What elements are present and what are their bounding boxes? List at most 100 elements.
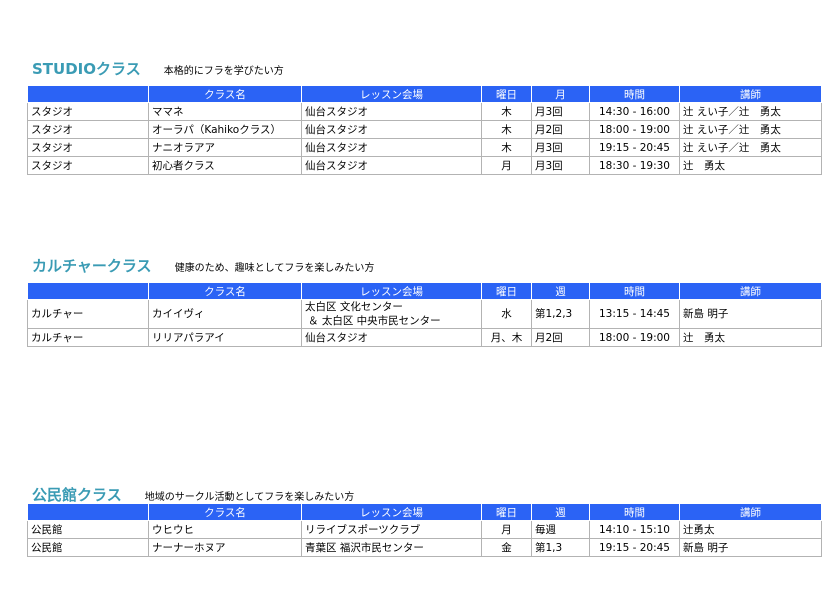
weekday-cell: 水 (481, 299, 532, 329)
culture-class-table: クラス名 レッスン会場 曜日 週 時間 講師 カルチャー カイイヴィ 太白区 文… (27, 282, 822, 347)
culture-section-title: カルチャークラス (32, 257, 152, 275)
venue-line: 太白区 文化センター (305, 301, 403, 313)
time-cell: 19:15 - 20:45 (589, 138, 680, 157)
class-name-cell: ウヒウヒ (148, 520, 302, 539)
column-header: クラス名 (148, 85, 302, 103)
column-header: レッスン会場 (301, 85, 482, 103)
column-header: レッスン会場 (301, 503, 482, 521)
table-row: スタジオ 初心者クラス 仙台スタジオ 月 月3回 18:30 - 19:30 辻… (27, 156, 822, 175)
table-row: スタジオ オーラパ（Kahikoクラス） 仙台スタジオ 木 月2回 18:00 … (27, 120, 822, 139)
class-name-cell: 初心者クラス (148, 156, 302, 175)
table-row: 公民館 ナーナーホヌア 青葉区 福沢市民センター 金 第1,3 19:15 - … (27, 538, 822, 557)
venue-cell: 太白区 文化センター ＆ 太白区 中央市民センター (301, 299, 482, 329)
frequency-cell: 月3回 (531, 138, 590, 157)
class-name-cell: ナーナーホヌア (148, 538, 302, 557)
table-header-row: クラス名 レッスン会場 曜日 週 時間 講師 (27, 282, 822, 300)
time-cell: 18:00 - 19:00 (589, 120, 680, 139)
week-cell: 毎週 (531, 520, 590, 539)
week-cell: 第1,3 (531, 538, 590, 557)
category-cell: スタジオ (27, 120, 149, 139)
column-header (27, 503, 149, 521)
class-name-cell: オーラパ（Kahikoクラス） (148, 120, 302, 139)
column-header (27, 282, 149, 300)
column-header: 月 (531, 85, 590, 103)
instructor-cell: 辻 勇太 (679, 156, 822, 175)
category-cell: カルチャー (27, 328, 149, 347)
studio-section-title: STUDIOクラス (32, 60, 141, 78)
venue-cell: 仙台スタジオ (301, 120, 482, 139)
instructor-cell: 辻 勇太 (679, 328, 822, 347)
week-cell: 第1,2,3 (531, 299, 590, 329)
class-name-cell: ママネ (148, 102, 302, 121)
category-cell: 公民館 (27, 538, 149, 557)
category-cell: 公民館 (27, 520, 149, 539)
column-header: 曜日 (481, 503, 532, 521)
culture-section-subtitle: 健康のため、趣味としてフラを楽しみたい方 (174, 263, 375, 274)
column-header: 講師 (679, 282, 822, 300)
column-header: 週 (531, 503, 590, 521)
table-row: スタジオ ママネ 仙台スタジオ 木 月3回 14:30 - 16:00 辻 えい… (27, 102, 822, 121)
venue-cell: リライブスポーツクラブ (301, 520, 482, 539)
column-header: 週 (531, 282, 590, 300)
weekday-cell: 金 (481, 538, 532, 557)
week-cell: 月2回 (531, 328, 590, 347)
table-row: カルチャー リリアパラアイ 仙台スタジオ 月、木 月2回 18:00 - 19:… (27, 328, 822, 347)
table-header-row: クラス名 レッスン会場 曜日 週 時間 講師 (27, 503, 822, 521)
weekday-cell: 木 (481, 120, 532, 139)
venue-cell: 仙台スタジオ (301, 156, 482, 175)
frequency-cell: 月2回 (531, 120, 590, 139)
venue-cell: 仙台スタジオ (301, 328, 482, 347)
instructor-cell: 辻 えい子／辻 勇太 (679, 120, 822, 139)
column-header (27, 85, 149, 103)
column-header: 講師 (679, 85, 822, 103)
community-center-class-table: クラス名 レッスン会場 曜日 週 時間 講師 公民館 ウヒウヒ リライブスポーツ… (27, 503, 822, 557)
table-header-row: クラス名 レッスン会場 曜日 月 時間 講師 (27, 85, 822, 103)
category-cell: カルチャー (27, 299, 149, 329)
column-header: 時間 (589, 503, 680, 521)
table-row: カルチャー カイイヴィ 太白区 文化センター ＆ 太白区 中央市民センター 水 … (27, 299, 822, 329)
column-header: クラス名 (148, 282, 302, 300)
class-name-cell: ナニオラアア (148, 138, 302, 157)
weekday-cell: 月、木 (481, 328, 532, 347)
time-cell: 14:10 - 15:10 (589, 520, 680, 539)
time-cell: 18:00 - 19:00 (589, 328, 680, 347)
time-cell: 19:15 - 20:45 (589, 538, 680, 557)
weekday-cell: 木 (481, 102, 532, 121)
class-name-cell: リリアパラアイ (148, 328, 302, 347)
column-header: 時間 (589, 282, 680, 300)
column-header: 時間 (589, 85, 680, 103)
class-name-cell: カイイヴィ (148, 299, 302, 329)
venue-cell: 仙台スタジオ (301, 102, 482, 121)
studio-class-table: クラス名 レッスン会場 曜日 月 時間 講師 スタジオ ママネ 仙台スタジオ 木… (27, 85, 822, 175)
category-cell: スタジオ (27, 102, 149, 121)
venue-cell: 仙台スタジオ (301, 138, 482, 157)
instructor-cell: 新島 明子 (679, 299, 822, 329)
community-center-section-title: 公民館クラス (32, 486, 122, 504)
instructor-cell: 辻 えい子／辻 勇太 (679, 138, 822, 157)
studio-section-subtitle: 本格的にフラを学びたい方 (163, 66, 284, 77)
time-cell: 13:15 - 14:45 (589, 299, 680, 329)
venue-line: ＆ 太白区 中央市民センター (308, 315, 441, 327)
weekday-cell: 木 (481, 138, 532, 157)
category-cell: スタジオ (27, 138, 149, 157)
instructor-cell: 新島 明子 (679, 538, 822, 557)
column-header: 曜日 (481, 282, 532, 300)
community-center-section-subtitle: 地域のサークル活動としてフラを楽しみたい方 (144, 492, 355, 503)
column-header: 曜日 (481, 85, 532, 103)
category-cell: スタジオ (27, 156, 149, 175)
time-cell: 14:30 - 16:00 (589, 102, 680, 121)
culture-section-header: カルチャークラス 健康のため、趣味としてフラを楽しみたい方 (32, 255, 374, 279)
column-header: クラス名 (148, 503, 302, 521)
frequency-cell: 月3回 (531, 156, 590, 175)
instructor-cell: 辻勇太 (679, 520, 822, 539)
table-row: スタジオ ナニオラアア 仙台スタジオ 木 月3回 19:15 - 20:45 辻… (27, 138, 822, 157)
venue-cell: 青葉区 福沢市民センター (301, 538, 482, 557)
time-cell: 18:30 - 19:30 (589, 156, 680, 175)
column-header: レッスン会場 (301, 282, 482, 300)
weekday-cell: 月 (481, 156, 532, 175)
studio-section-header: STUDIOクラス 本格的にフラを学びたい方 (32, 58, 284, 82)
instructor-cell: 辻 えい子／辻 勇太 (679, 102, 822, 121)
column-header: 講師 (679, 503, 822, 521)
frequency-cell: 月3回 (531, 102, 590, 121)
weekday-cell: 月 (481, 520, 532, 539)
